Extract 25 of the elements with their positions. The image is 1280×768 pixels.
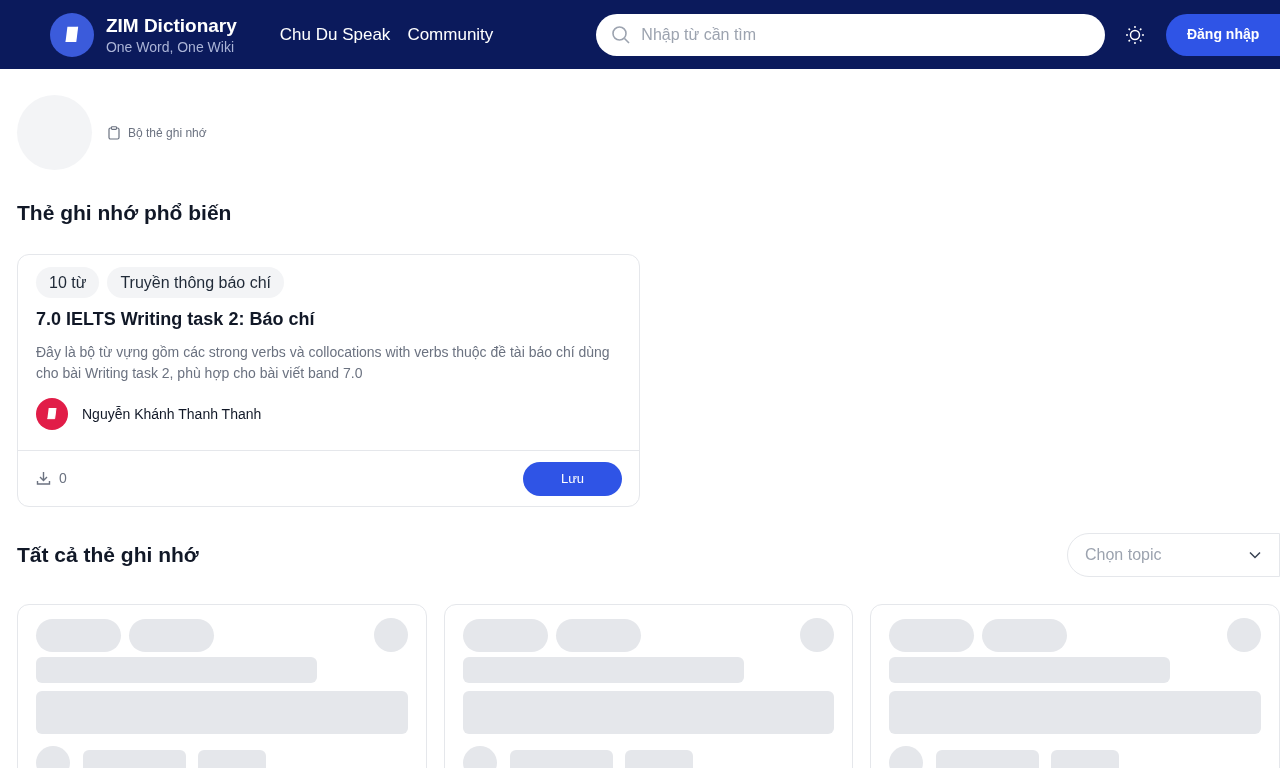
save-button[interactable]: Lưu xyxy=(523,461,622,496)
clipboard-icon xyxy=(107,125,121,140)
collection-label: Bộ thẻ ghi nhớ xyxy=(128,124,207,142)
download-icon xyxy=(36,471,51,486)
tag: Truyền thông báo chí xyxy=(107,267,285,298)
skeleton-bar xyxy=(624,750,693,768)
search-field[interactable]: Nhập từ cần tìm xyxy=(596,13,1106,56)
nav-link[interactable]: Community xyxy=(407,21,494,48)
download-count: 0 xyxy=(59,469,67,488)
login-button[interactable]: Đăng nhập xyxy=(1166,13,1280,56)
logo-icon[interactable] xyxy=(50,12,94,57)
flashcard-set-card[interactable] xyxy=(17,254,640,507)
author-avatar-icon xyxy=(36,398,68,430)
section-heading: Thẻ ghi nhớ phổ biến xyxy=(17,200,232,226)
skeleton-bar xyxy=(1051,750,1120,768)
sun-icon[interactable] xyxy=(1125,24,1146,45)
brand-tagline: One Word, One Wiki xyxy=(105,37,235,56)
author-name: Nguyễn Khánh Thanh Thanh xyxy=(82,404,262,424)
section-heading: Tất cả thẻ ghi nhớ xyxy=(17,542,199,568)
card-description: Đây là bộ từ vựng gồm các strong verbs và collocations with verbs thuộc đề tài báo chí dùng cho bài Writing task 2, phù hợp cho bài viết band 7.0 xyxy=(36,343,611,383)
nav-link[interactable]: Chu Du Speak xyxy=(279,21,391,48)
brand-name: ZIM Dictionary xyxy=(105,13,237,38)
tag: 10 từ xyxy=(36,267,100,298)
card-title: 7.0 IELTS Writing task 2: Báo chí xyxy=(36,308,316,331)
chevron-down-icon xyxy=(1249,551,1261,559)
